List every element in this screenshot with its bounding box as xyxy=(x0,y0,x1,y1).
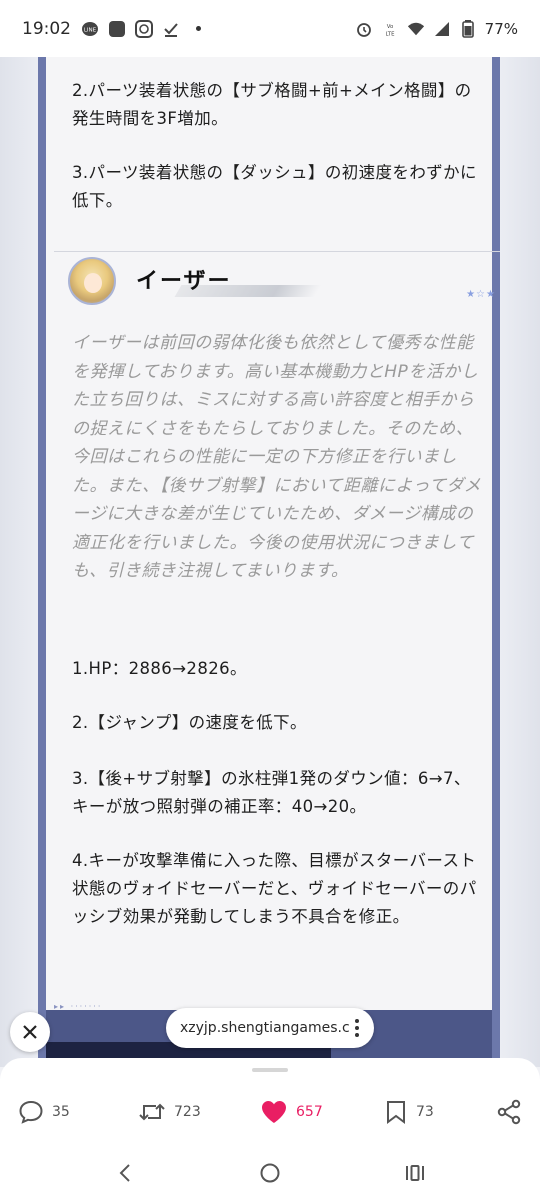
battery-percent: 77% xyxy=(484,19,518,38)
recents-icon xyxy=(406,1165,424,1181)
bookmark-icon xyxy=(387,1101,405,1124)
close-icon xyxy=(23,1025,37,1039)
character-name: イーザー xyxy=(136,269,232,294)
check-icon xyxy=(162,20,180,38)
link-url[interactable]: xzyjp.shengtiangames.c... xyxy=(180,1020,350,1036)
change-back-sub-shot: 3.【後+サブ射撃】の氷柱弾1発のダウン値：6→7、キーが放つ照射弾の補正率：4… xyxy=(72,769,471,816)
like-button[interactable]: 657 xyxy=(260,1096,323,1128)
change-hp: 1.HP：2886→2826。 xyxy=(72,659,247,678)
action-bar: 35 723 657 73 xyxy=(0,1096,540,1128)
repost-count: 723 xyxy=(174,1104,201,1120)
dot-icon xyxy=(189,20,207,38)
screen: 19:02 LINE Vo LTE 77% 2.パーツ装着状態の【サブ格闘+前+… xyxy=(0,0,540,1200)
home-nav-button[interactable] xyxy=(255,1158,285,1188)
character-description: イーザーは前回の弱体化後も依然として優秀な性能を発揮しております。高い基本機動力… xyxy=(72,333,482,581)
change-bugfix: 4.キーが攻撃準備に入った際、目標がスターバースト状態のヴォイドセーバーだと、ヴ… xyxy=(72,851,477,926)
recents-nav-button[interactable] xyxy=(400,1158,430,1188)
sheet-handle[interactable] xyxy=(252,1068,288,1072)
avatar-face xyxy=(84,273,102,293)
back-chevron-icon xyxy=(119,1164,130,1182)
reply-icon xyxy=(19,1100,43,1124)
shield-icon xyxy=(135,19,153,38)
reply-count: 35 xyxy=(52,1104,70,1120)
link-preview-pill[interactable]: xzyjp.shengtiangames.c... xyxy=(166,1008,374,1048)
status-time: 19:02 xyxy=(22,18,71,39)
alarm-icon xyxy=(355,20,373,38)
share-icon xyxy=(497,1099,521,1125)
repost-button[interactable]: 723 xyxy=(138,1096,201,1128)
line-icon: LINE xyxy=(81,20,99,38)
repost-icon xyxy=(139,1103,165,1121)
home-circle-icon xyxy=(260,1163,280,1183)
reply-button[interactable]: 35 xyxy=(18,1096,70,1128)
system-nav-bar xyxy=(0,1148,540,1196)
bottom-action-sheet: 35 723 657 73 xyxy=(0,1058,540,1200)
share-button[interactable] xyxy=(496,1096,522,1128)
signal-icon xyxy=(433,20,451,38)
svg-text:LTE: LTE xyxy=(385,31,395,37)
character-avatar xyxy=(68,257,116,305)
back-nav-button[interactable] xyxy=(110,1158,140,1188)
article-image[interactable]: 2.パーツ装着状態の【サブ格闘+前+メイン格闘】の発生時間を3F増加。 3.パー… xyxy=(0,57,540,1067)
svg-text:Vo: Vo xyxy=(386,24,393,30)
close-button[interactable] xyxy=(10,1012,50,1052)
battery-icon xyxy=(459,19,477,38)
heart-icon xyxy=(262,1101,286,1123)
rarity-stars: ★☆★ xyxy=(466,289,496,300)
svg-text:LINE: LINE xyxy=(84,27,97,33)
status-right-icons: Vo LTE 77% xyxy=(355,19,518,38)
status-bar: 19:02 LINE Vo LTE 77% xyxy=(0,0,540,57)
change-jump: 2.【ジャンプ】の速度を低下。 xyxy=(72,713,307,732)
wifi-icon xyxy=(407,20,425,38)
volte-icon: Vo LTE xyxy=(381,20,399,38)
section-divider xyxy=(54,251,500,252)
change-item-3: 3.パーツ装着状態の【ダッシュ】の初速度をわずかに低下。 xyxy=(72,163,477,210)
more-options-icon[interactable] xyxy=(350,1019,364,1037)
article-frame: 2.パーツ装着状態の【サブ格闘+前+メイン格闘】の発生時間を3F増加。 3.パー… xyxy=(38,57,500,1067)
character-header: イーザー ★☆★ xyxy=(66,255,495,311)
change-item-2: 2.パーツ装着状態の【サブ格闘+前+メイン格闘】の発生時間を3F増加。 xyxy=(72,81,472,128)
bookmark-button[interactable]: 73 xyxy=(384,1096,434,1128)
status-left-icons: LINE xyxy=(81,19,207,38)
like-count: 657 xyxy=(296,1104,323,1120)
app-icon xyxy=(108,20,126,38)
bookmark-count: 73 xyxy=(416,1104,434,1120)
article-panel: 2.パーツ装着状態の【サブ格闘+前+メイン格闘】の発生時間を3F増加。 3.パー… xyxy=(46,57,500,1010)
